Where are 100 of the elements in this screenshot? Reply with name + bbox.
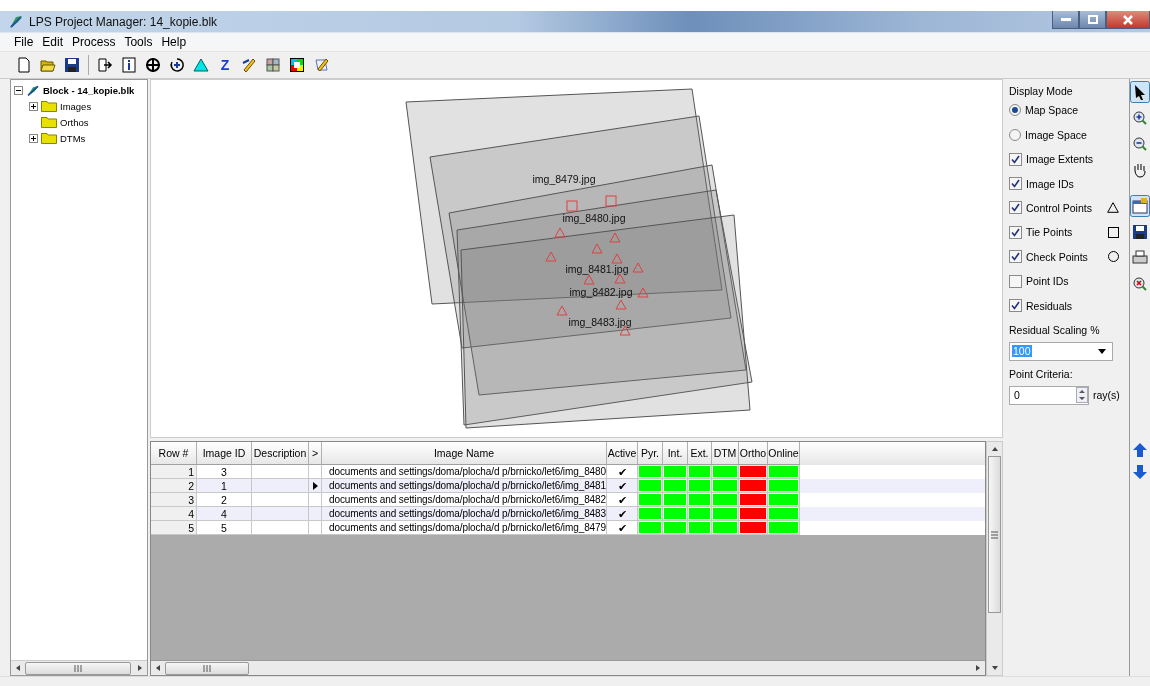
minimize-icon bbox=[1060, 17, 1071, 22]
menu-item[interactable]: Tools bbox=[124, 35, 153, 49]
scroll-thumb[interactable] bbox=[165, 661, 249, 675]
rotate-plus-icon[interactable] bbox=[169, 57, 185, 73]
row-number-cell: 1 bbox=[151, 465, 197, 479]
grid-icon[interactable] bbox=[265, 57, 281, 73]
tree-item[interactable]: DTMs bbox=[60, 132, 86, 144]
close-icon bbox=[1123, 14, 1133, 25]
row-number-cell: 3 bbox=[151, 493, 197, 507]
pencil-outline-icon[interactable] bbox=[313, 57, 329, 73]
current-row-icon bbox=[312, 481, 318, 490]
control-point-marker bbox=[614, 273, 626, 284]
pointer-icon[interactable] bbox=[1130, 81, 1150, 103]
pencil-icon[interactable] bbox=[241, 57, 257, 73]
vertical-scrollbar[interactable] bbox=[986, 441, 1003, 676]
control-point-marker bbox=[609, 232, 621, 243]
checkbox-label[interactable]: Image Extents bbox=[1026, 153, 1129, 166]
row-number-cell: 5 bbox=[151, 521, 197, 535]
control-point-marker bbox=[556, 305, 568, 316]
menu-item[interactable]: File bbox=[14, 35, 34, 49]
tree-item[interactable]: Orthos bbox=[60, 116, 89, 128]
scroll-thumb[interactable] bbox=[25, 661, 131, 675]
folder-icon bbox=[41, 100, 57, 112]
triangle-icon bbox=[1107, 202, 1119, 214]
horizontal-scrollbar[interactable] bbox=[11, 660, 147, 675]
control-point-marker bbox=[615, 299, 627, 310]
circle-icon bbox=[1108, 251, 1119, 263]
table-cell: 5 bbox=[197, 521, 252, 535]
control-point-marker bbox=[583, 274, 595, 285]
radio-label[interactable]: Map Space bbox=[1025, 103, 1079, 116]
expand-icon[interactable] bbox=[29, 133, 38, 143]
spinner-icon[interactable] bbox=[1076, 387, 1088, 404]
checkbox[interactable] bbox=[1009, 225, 1022, 239]
radio-button[interactable] bbox=[1009, 103, 1021, 116]
color-tiles-icon[interactable] bbox=[289, 57, 305, 73]
menu-item[interactable]: Edit bbox=[42, 35, 64, 49]
menu-item[interactable]: Help bbox=[161, 35, 187, 49]
maximize-button[interactable] bbox=[1079, 11, 1106, 29]
collapse-icon[interactable] bbox=[14, 85, 23, 95]
checkbox-label[interactable]: Check Points bbox=[1026, 250, 1104, 263]
triangle-icon[interactable] bbox=[193, 57, 209, 73]
checkbox-label[interactable]: Tie Points bbox=[1026, 226, 1104, 239]
menu-item[interactable]: Process bbox=[72, 35, 116, 49]
tie-point-marker bbox=[566, 200, 578, 212]
checkbox[interactable] bbox=[1009, 177, 1022, 191]
folder-icon bbox=[41, 116, 57, 128]
row-number-cell: 2 bbox=[151, 479, 197, 493]
row-number-cell: 4 bbox=[151, 507, 197, 521]
maximize-icon bbox=[1087, 15, 1098, 24]
dropdown-arrow-icon bbox=[1098, 348, 1106, 354]
table-cell bbox=[252, 521, 309, 535]
control-point-marker bbox=[637, 287, 649, 298]
save-icon[interactable] bbox=[64, 57, 80, 73]
unit-label: ray(s) bbox=[1093, 389, 1120, 402]
open-folder-icon[interactable] bbox=[40, 57, 56, 73]
expand-icon[interactable] bbox=[29, 101, 38, 111]
image-label: img_8481.jpg bbox=[565, 263, 629, 275]
checkbox[interactable] bbox=[1009, 274, 1022, 288]
image-label: img_8483.jpg bbox=[568, 316, 632, 328]
table-cell: documents and settings/doma/plocha/d p/brnicko/let6/img_8479 bbox=[322, 521, 607, 535]
minimize-button[interactable] bbox=[1052, 11, 1079, 29]
close-button[interactable] bbox=[1106, 11, 1150, 29]
crosshair-icon[interactable] bbox=[145, 57, 161, 73]
tree-item[interactable]: Block - 14_kopie.blk bbox=[43, 84, 135, 96]
export-icon[interactable] bbox=[97, 57, 113, 73]
app-icon bbox=[8, 13, 24, 30]
row-indicator-cell[interactable] bbox=[309, 521, 322, 535]
tree-item[interactable]: Images bbox=[60, 100, 92, 112]
checkbox-label[interactable]: Residuals bbox=[1026, 299, 1129, 312]
point-criteria-label: Point Criteria: bbox=[1009, 367, 1074, 380]
tie-point-marker bbox=[605, 195, 617, 207]
square-icon bbox=[1108, 226, 1119, 238]
checkbox[interactable] bbox=[1009, 201, 1022, 215]
point-criteria-field[interactable]: 0 bbox=[1009, 385, 1089, 405]
z-tool[interactable]: Z bbox=[217, 57, 233, 73]
control-point-marker bbox=[545, 251, 557, 262]
folder-icon bbox=[41, 132, 57, 144]
window-title: LPS Project Manager: 14_kopie.blk bbox=[29, 14, 218, 29]
control-point-marker bbox=[611, 253, 623, 264]
control-point-marker bbox=[591, 243, 603, 254]
image-label: img_8482.jpg bbox=[569, 286, 633, 298]
checkbox[interactable] bbox=[1009, 152, 1022, 166]
control-point-marker bbox=[554, 227, 566, 238]
checkbox[interactable] bbox=[1009, 299, 1022, 313]
display-mode-label: Display Mode bbox=[1009, 85, 1074, 97]
control-point-marker bbox=[632, 262, 644, 273]
info-icon[interactable] bbox=[121, 57, 137, 73]
checkbox-label[interactable]: Point IDs bbox=[1026, 275, 1129, 288]
residual-scaling-label: Residual Scaling % bbox=[1009, 323, 1101, 336]
horizontal-scrollbar[interactable] bbox=[151, 660, 985, 675]
radio-label[interactable]: Image Space bbox=[1025, 128, 1087, 141]
checkbox-label[interactable]: Control Points bbox=[1026, 201, 1103, 214]
radio-button[interactable] bbox=[1009, 128, 1021, 141]
checkbox[interactable] bbox=[1009, 250, 1022, 264]
scroll-thumb[interactable] bbox=[988, 456, 1001, 613]
properties-icon[interactable] bbox=[1130, 195, 1150, 217]
image-label: img_8480.jpg bbox=[562, 212, 626, 224]
block-icon bbox=[26, 83, 40, 97]
checkbox-label[interactable]: Image IDs bbox=[1026, 177, 1129, 190]
new-file-icon[interactable] bbox=[16, 57, 32, 73]
